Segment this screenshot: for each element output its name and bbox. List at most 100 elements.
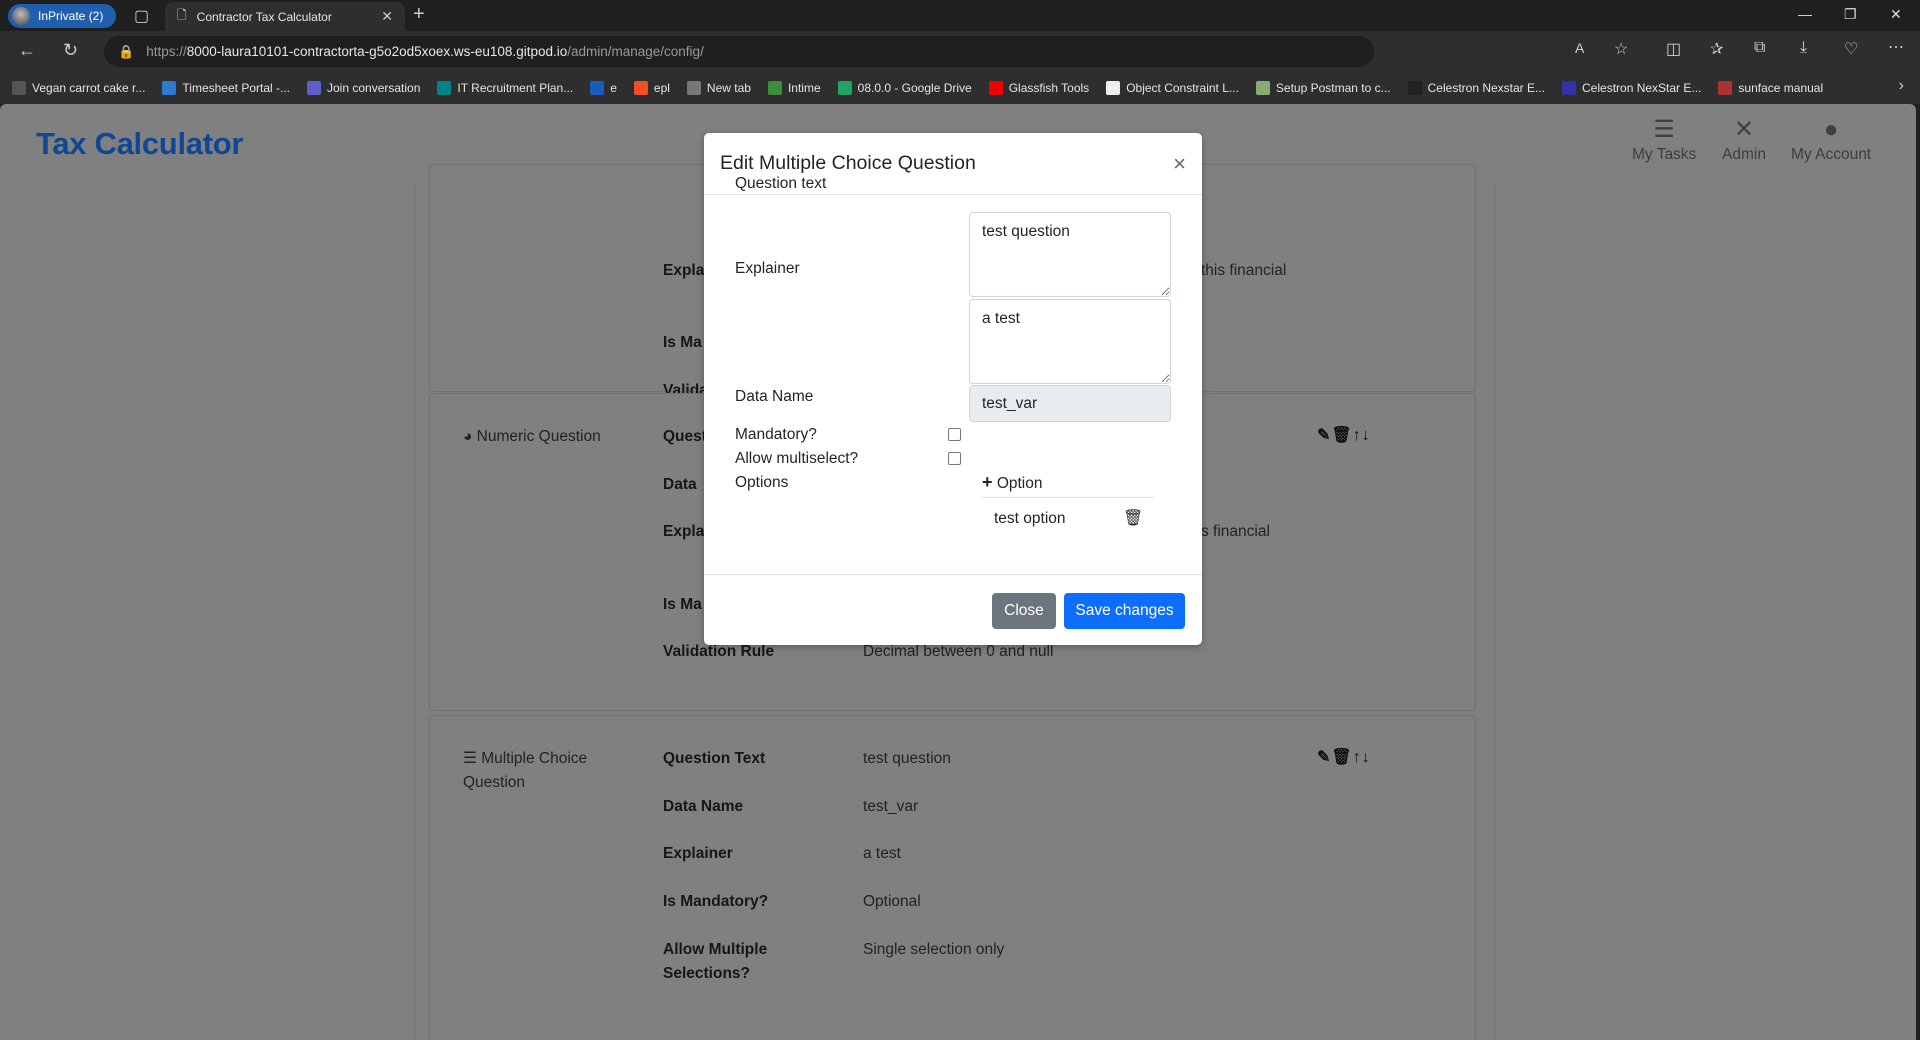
bookmark-item[interactable]: IT Recruitment Plan... [437, 80, 574, 95]
bookmark-label: IT Recruitment Plan... [457, 80, 574, 95]
downloads-icon[interactable]: ⤓ [1800, 39, 1807, 57]
field-label: Is Ma [663, 596, 702, 613]
bookmark-favicon-icon [767, 80, 782, 95]
bookmark-label: Intime [787, 80, 821, 95]
bookmark-label: Timesheet Portal -... [182, 80, 290, 95]
read-aloud-icon[interactable]: A [1575, 40, 1584, 56]
page-icon: 🗋 [177, 8, 187, 22]
arrow-down-icon[interactable]: ↓ [1362, 427, 1371, 444]
field-label: Expla [663, 523, 705, 540]
modal-footer-divider [704, 574, 1202, 575]
explainer-input[interactable]: a test [969, 299, 1171, 384]
question-text-label: Question text [735, 175, 827, 192]
bookmark-item[interactable]: e [590, 80, 617, 95]
close-icon[interactable]: × [1173, 151, 1186, 177]
tasks-icon: ☰ [1653, 116, 1675, 143]
multiple-choice-question-card: ☰ Multiple Choice Question Question Text… [429, 715, 1476, 1040]
bookmark-label: epl [653, 80, 670, 95]
tab-actions-icon[interactable]: ▢ [134, 6, 149, 26]
profile-label: InPrivate (2) [38, 9, 104, 23]
bookmark-item[interactable]: epl [633, 80, 670, 95]
favorite-star-icon[interactable]: ☆ [1614, 39, 1628, 59]
tab-title: Contractor Tax Calculator [196, 9, 332, 24]
bookmark-label: Setup Postman to c... [1275, 80, 1391, 95]
bookmark-favicon-icon [633, 80, 648, 95]
bookmark-favicon-icon [12, 80, 26, 95]
bookmark-favicon-icon [1718, 80, 1733, 95]
bookmark-label: Celestron NexStar E... [1582, 80, 1702, 95]
bookmark-item[interactable]: Timesheet Portal -... [162, 80, 290, 95]
bookmark-item[interactable]: New tab [686, 80, 751, 95]
inprivate-profile-button[interactable]: InPrivate (2) [8, 4, 116, 28]
bookmark-item[interactable]: Celestron Nexstar E... [1407, 80, 1546, 95]
explainer-label: Explainer [735, 260, 800, 277]
arrow-up-icon[interactable]: ↑ [1353, 749, 1362, 766]
bookmark-item[interactable]: Intime [767, 80, 821, 95]
card-actions: ✎🗑↑↓ [1317, 747, 1371, 767]
bookmark-item[interactable]: Celestron NexStar E... [1562, 80, 1702, 95]
favorites-icon[interactable]: ✰ [1710, 39, 1723, 59]
multiselect-label: Allow multiselect? [735, 450, 859, 467]
trash-icon[interactable]: 🗑 [1123, 508, 1143, 528]
bookmark-label: sunface manual [1738, 80, 1824, 95]
nav-my-account[interactable]: ● My Account [1791, 118, 1871, 164]
bookmark-favicon-icon [1255, 80, 1270, 95]
edit-icon[interactable]: ✎ [1317, 749, 1331, 766]
field-label: Question Text [663, 750, 766, 767]
trash-icon[interactable]: 🗑 [1331, 749, 1352, 766]
add-option-button[interactable]: + Option [982, 472, 1155, 498]
new-tab-icon[interactable]: + [413, 3, 425, 26]
more-menu-icon[interactable]: ⋯ [1888, 37, 1904, 57]
save-changes-button[interactable]: Save changes [1064, 593, 1185, 629]
refresh-icon[interactable]: ↻ [63, 40, 78, 61]
bookmark-label: Object Constraint L... [1126, 80, 1239, 95]
close-button[interactable]: Close [992, 593, 1056, 629]
bookmark-label: Celestron Nexstar E... [1427, 80, 1546, 95]
field-label: Is Ma [663, 334, 702, 351]
field-value: Optional [863, 893, 921, 910]
address-toolbar: ← ↻ 🔒 https://8000-laura10101-contractor… [0, 31, 1920, 71]
close-window-icon[interactable]: ✕ [1890, 6, 1902, 23]
mandatory-checkbox[interactable] [948, 428, 961, 441]
brand-title[interactable]: Tax Calculator [36, 126, 243, 162]
bookmark-item[interactable]: Object Constraint L... [1106, 80, 1239, 95]
pie-chart-icon: ◕ [463, 428, 477, 445]
browser-essentials-icon[interactable]: ♡ [1844, 39, 1858, 59]
field-label: Quest [663, 428, 707, 445]
card-actions: ✎🗑↑↓ [1317, 425, 1371, 445]
split-screen-icon[interactable]: ◫ [1666, 39, 1681, 59]
bookmark-item[interactable]: 08.0.0 - Google Drive [837, 80, 972, 95]
field-value: this financial [1201, 262, 1287, 279]
url-text: https://8000-laura10101-contractorta-g5o… [146, 44, 704, 59]
nav-my-tasks[interactable]: ☰ My Tasks [1632, 118, 1696, 164]
bookmark-label: New tab [706, 80, 751, 95]
bookmark-item[interactable]: Join conversation [307, 80, 421, 95]
bookmark-favicon-icon [988, 80, 1003, 95]
bookmark-item[interactable]: Glassfish Tools [988, 80, 1089, 95]
trash-icon[interactable]: 🗑 [1331, 427, 1352, 444]
close-tab-icon[interactable]: ✕ [381, 8, 393, 25]
divider [1494, 184, 1495, 1040]
bookmark-item[interactable]: Setup Postman to c... [1255, 80, 1391, 95]
data-name-input[interactable] [969, 385, 1171, 422]
question-text-input[interactable]: test question [969, 212, 1171, 297]
chevron-right-icon[interactable]: › [1899, 77, 1904, 95]
bookmark-item[interactable]: sunface manual [1718, 80, 1824, 95]
divider [414, 184, 415, 1040]
edit-icon[interactable]: ✎ [1317, 427, 1331, 444]
field-value: s financial [1201, 523, 1270, 540]
back-icon[interactable]: ← [18, 40, 36, 61]
active-tab[interactable]: 🗋 Contractor Tax Calculator ✕ [165, 2, 405, 31]
tools-icon: ✕ [1733, 116, 1755, 143]
restore-icon[interactable]: ❐ [1844, 6, 1857, 23]
nav-admin[interactable]: ✕ Admin [1722, 118, 1766, 164]
bookmark-label: e [610, 80, 617, 95]
bookmark-label: Join conversation [327, 80, 421, 95]
multiselect-checkbox[interactable] [948, 452, 961, 465]
address-bar[interactable]: 🔒 https://8000-laura10101-contractorta-g… [104, 36, 1374, 67]
bookmark-item[interactable]: Vegan carrot cake r... [12, 80, 145, 95]
arrow-up-icon[interactable]: ↑ [1353, 427, 1362, 444]
minimize-icon[interactable]: — [1798, 6, 1812, 22]
arrow-down-icon[interactable]: ↓ [1362, 749, 1371, 766]
collections-icon[interactable]: ⧉ [1754, 39, 1765, 57]
